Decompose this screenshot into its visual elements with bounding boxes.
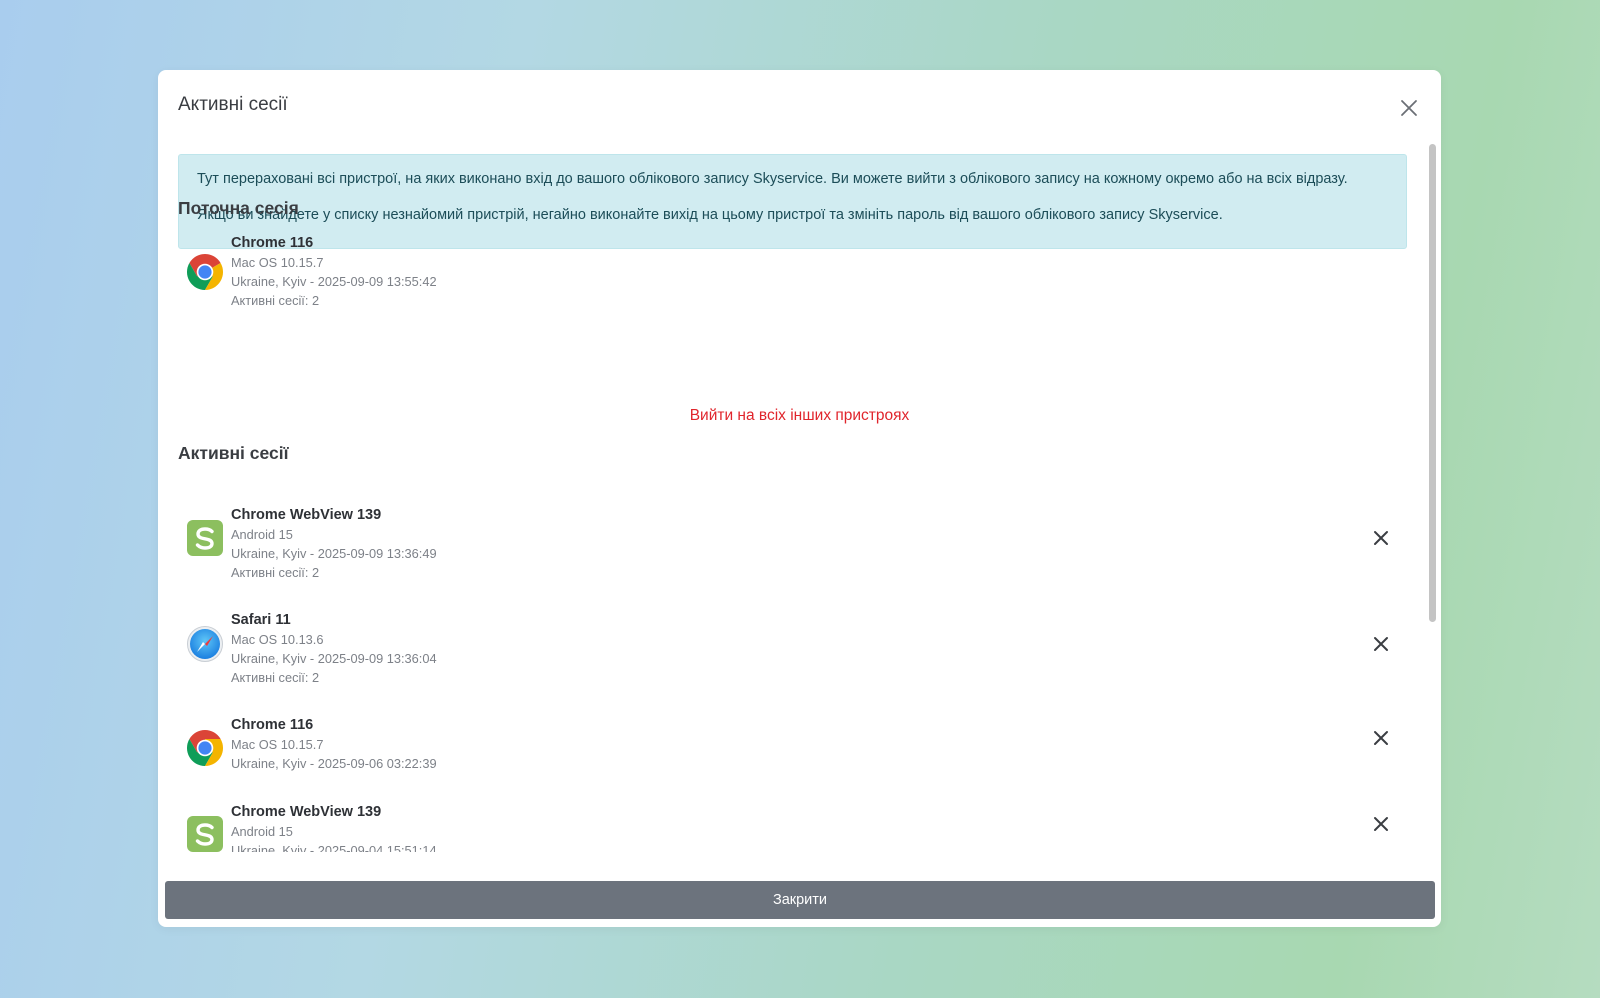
session-location: Ukraine, Kyiv - 2025-09-06 03:22:39: [231, 756, 437, 771]
session-os: Android 15: [231, 527, 293, 542]
session-browser: Safari 11: [231, 612, 291, 628]
session-location: Ukraine, Kyiv - 2025-09-09 13:36:49: [231, 546, 437, 561]
chrome-icon: [186, 253, 224, 291]
session-info: Chrome 116 Mac OS 10.15.7 Ukraine, Kyiv …: [231, 234, 437, 310]
info-alert-line-1: Тут перераховані всі пристрої, на яких в…: [197, 171, 1348, 187]
close-icon[interactable]: [1399, 98, 1419, 118]
session-active-count: Активні сесії: 2: [231, 293, 320, 308]
session-info: Chrome WebView 139 Android 15 Ukraine, K…: [231, 803, 437, 852]
remove-session-icon[interactable]: [1372, 815, 1390, 833]
logout-all-other-devices-link[interactable]: Вийти на всіх інших пристроях: [158, 407, 1441, 425]
session-info: Safari 11 Mac OS 10.13.6 Ukraine, Kyiv -…: [231, 611, 437, 687]
safari-icon: [186, 625, 224, 663]
session-browser: Chrome 116: [231, 717, 314, 733]
remove-session-icon[interactable]: [1372, 529, 1390, 547]
session-location: Ukraine, Kyiv - 2025-09-04 15:51:14: [231, 843, 437, 852]
modal-title: Активні сесії: [178, 94, 288, 115]
session-os: Mac OS 10.15.7: [231, 737, 324, 752]
skyservice-icon: [186, 815, 224, 852]
active-sessions-heading: Активні сесії: [178, 443, 289, 463]
active-sessions-modal: Активні сесії Тут перераховані всі прист…: [158, 70, 1441, 927]
session-location: Ukraine, Kyiv - 2025-09-09 13:36:04: [231, 651, 437, 666]
chrome-icon: [186, 729, 224, 767]
session-browser: Chrome 116: [231, 235, 314, 251]
session-location: Ukraine, Kyiv - 2025-09-09 13:55:42: [231, 274, 437, 289]
session-active-count: Активні сесії: 2: [231, 565, 320, 580]
session-active-count: Активні сесії: 2: [231, 670, 320, 685]
session-os: Android 15: [231, 824, 293, 839]
modal-body: Тут перераховані всі пристрої, на яких в…: [158, 140, 1441, 852]
session-info: Chrome 116 Mac OS 10.15.7 Ukraine, Kyiv …: [231, 716, 437, 773]
close-button[interactable]: Закрити: [165, 881, 1435, 919]
info-alert-line-2: Якщо ви знайдете у списку незнайомий при…: [197, 207, 1223, 223]
session-os: Mac OS 10.15.7: [231, 255, 324, 270]
modal-header: Активні сесії: [158, 70, 1441, 140]
session-browser: Chrome WebView 139: [231, 804, 382, 820]
skyservice-icon: [186, 519, 224, 557]
session-os: Mac OS 10.13.6: [231, 632, 324, 647]
session-browser: Chrome WebView 139: [231, 507, 382, 523]
remove-session-icon[interactable]: [1372, 635, 1390, 653]
session-info: Chrome WebView 139 Android 15 Ukraine, K…: [231, 506, 437, 582]
remove-session-icon[interactable]: [1372, 729, 1390, 747]
current-session-heading: Поточна сесія: [178, 198, 299, 218]
